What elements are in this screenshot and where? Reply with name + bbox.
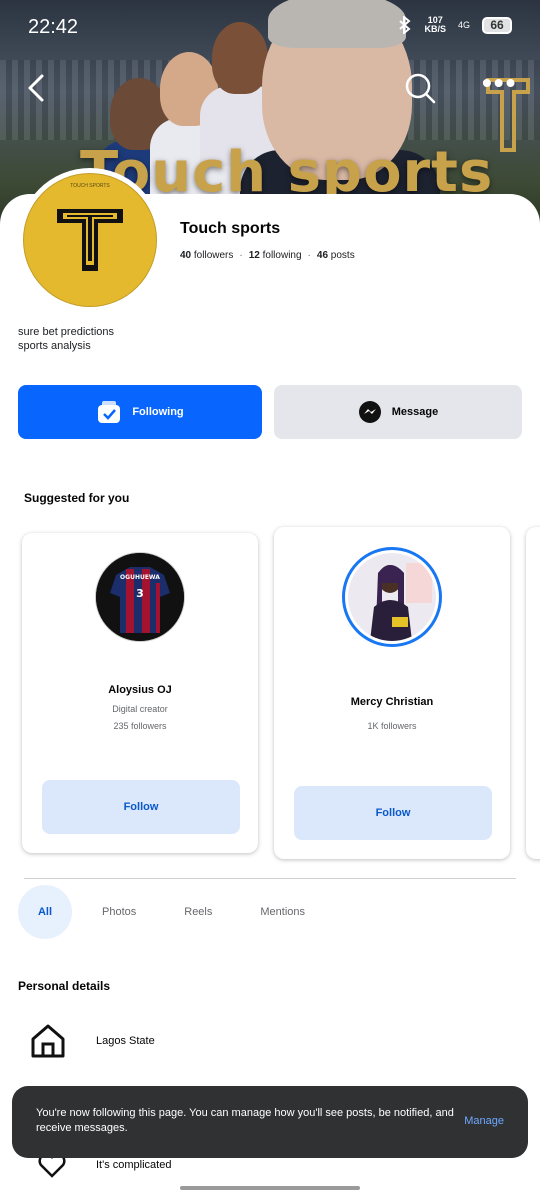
card-subtitle: Digital creator [112, 704, 168, 714]
divider [24, 878, 516, 879]
more-dots-icon: ••• [482, 67, 518, 98]
tab-photos[interactable]: Photos [102, 906, 136, 918]
profile-name: Touch sports [180, 220, 281, 237]
snackbar-manage-button[interactable]: Manage [464, 1115, 504, 1127]
profile-avatar[interactable]: TOUCH SPORTS [18, 168, 162, 312]
home-indicator[interactable] [180, 1186, 360, 1190]
tab-all[interactable]: All [18, 885, 72, 939]
search-button[interactable] [402, 70, 438, 106]
followers-stat[interactable]: 40 followers [180, 250, 233, 261]
snackbar: You're now following this page. You can … [12, 1086, 528, 1158]
signal-indicator: 4G [457, 20, 470, 30]
status-bar: 22:42 107 KB/S 4G 66 [0, 0, 540, 54]
message-button[interactable]: Message [274, 385, 522, 439]
avatar [342, 547, 442, 647]
suggested-title: Suggested for you [24, 491, 130, 505]
search-icon [405, 73, 436, 104]
arrow-left-icon [28, 74, 44, 102]
suggested-card[interactable]: OGUHUEWA 3 Aloysius OJ Digital creator 2… [22, 533, 258, 853]
bluetooth-icon [399, 16, 412, 34]
following-stat[interactable]: 12 following [249, 250, 302, 261]
card-followers: 1K followers [367, 721, 417, 731]
snackbar-message: You're now following this page. You can … [36, 1107, 454, 1134]
detail-label: Lagos State [96, 1035, 155, 1047]
person-photo [348, 553, 436, 641]
back-button[interactable] [22, 70, 58, 106]
jersey-name: OGUHUEWA [120, 574, 160, 581]
tab-reels[interactable]: Reels [184, 906, 212, 918]
follow-button[interactable]: Follow [294, 786, 492, 840]
more-button[interactable]: ••• [482, 67, 518, 106]
posts-stat[interactable]: 46 posts [317, 250, 355, 261]
profile-stats: 40 followers · 12 following · 46 posts [180, 250, 355, 261]
card-name[interactable]: Aloysius OJ [22, 684, 258, 696]
jersey-image: OGUHUEWA 3 [96, 553, 184, 641]
avatar: OGUHUEWA 3 [96, 553, 184, 641]
suggested-card[interactable] [526, 527, 540, 859]
following-check-icon [98, 401, 121, 423]
tab-mentions[interactable]: Mentions [260, 906, 305, 918]
personal-details-title: Personal details [18, 979, 111, 993]
battery-icon: 66 [482, 16, 512, 34]
follow-button[interactable]: Follow [42, 780, 240, 834]
profile-bio: sure bet predictions sports analysis [18, 326, 114, 352]
following-label: Following [132, 406, 184, 418]
message-label: Message [391, 406, 439, 418]
content-tabs: All Photos Reels Mentions [18, 885, 305, 939]
following-button[interactable]: Following [18, 385, 262, 439]
card-followers: 235 followers [113, 721, 167, 731]
t-logo-icon [57, 209, 123, 271]
status-time: 22:42 [28, 16, 79, 38]
suggested-card[interactable]: Mercy Christian 1K followers Follow [274, 527, 510, 859]
home-icon [31, 1024, 65, 1058]
detail-label: It's complicated [96, 1159, 172, 1171]
messenger-icon [358, 401, 381, 423]
network-speed: 107 KB/S [424, 15, 446, 34]
jersey-number: 3 [136, 587, 144, 600]
avatar-brand-text: TOUCH SPORTS [70, 183, 110, 189]
detail-location: Lagos State [30, 1022, 155, 1060]
card-name[interactable]: Mercy Christian [274, 696, 510, 708]
